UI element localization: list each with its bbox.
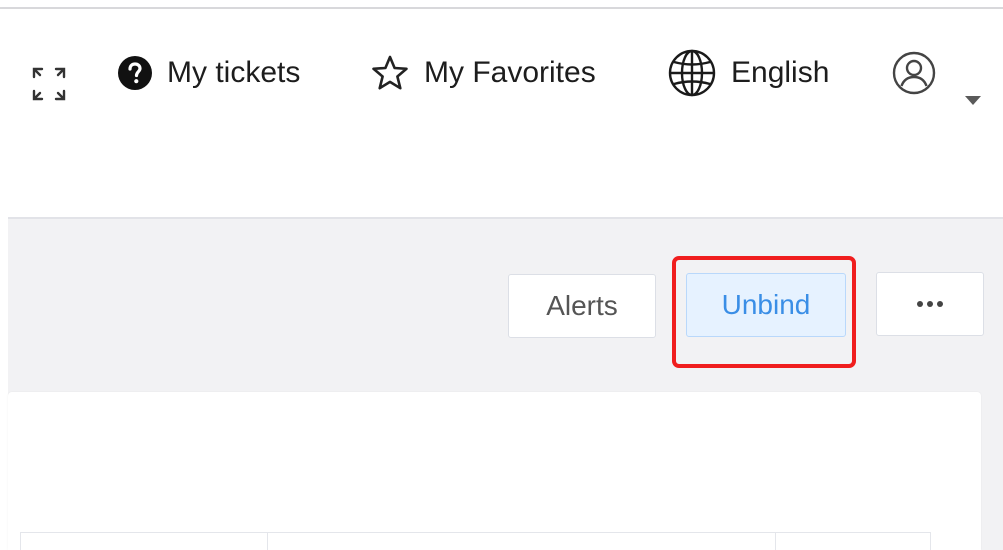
page: My tickets My Favorites English Alerts U…	[0, 0, 1003, 550]
my-favorites-link[interactable]: My Favorites	[370, 55, 596, 91]
sub-header	[0, 137, 1003, 218]
globe-icon	[667, 48, 717, 98]
my-favorites-label: My Favorites	[424, 56, 596, 89]
unbind-button[interactable]: Unbind	[686, 273, 846, 337]
question-circle-icon	[117, 55, 153, 91]
more-button[interactable]	[876, 272, 984, 336]
language-selector[interactable]: English	[667, 49, 830, 97]
star-outline-icon	[370, 54, 410, 92]
table-column-divider	[20, 532, 21, 550]
my-tickets-label: My tickets	[167, 56, 301, 89]
language-label: English	[731, 56, 830, 89]
table-column-divider	[267, 532, 268, 550]
alerts-button[interactable]: Alerts	[508, 274, 656, 338]
content-card	[8, 392, 981, 550]
caret-down-icon[interactable]	[965, 96, 981, 105]
top-header: My tickets My Favorites English	[0, 9, 1003, 137]
user-avatar-icon	[892, 51, 936, 95]
my-tickets-link[interactable]: My tickets	[117, 55, 300, 91]
table-column-divider	[930, 532, 931, 550]
user-avatar-button[interactable]	[892, 51, 936, 95]
more-dots-icon	[917, 301, 943, 307]
table-column-divider	[775, 532, 776, 550]
fullscreen-icon[interactable]	[30, 65, 68, 103]
table-header-border	[20, 532, 930, 533]
